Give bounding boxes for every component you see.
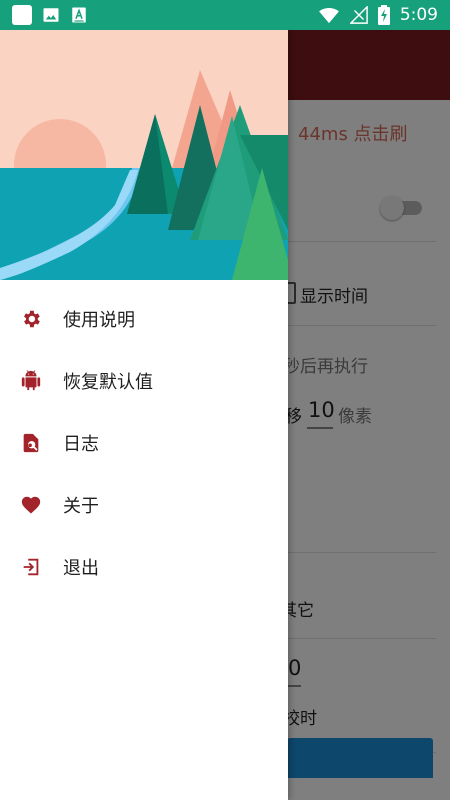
no-signal-icon xyxy=(349,6,368,24)
menu-item-about[interactable]: 关于 xyxy=(0,474,288,536)
menu-item-exit[interactable]: 退出 xyxy=(0,536,288,598)
android-icon xyxy=(20,370,42,392)
heart-icon xyxy=(20,494,42,516)
menu-label: 退出 xyxy=(63,558,99,579)
battery-charging-icon xyxy=(377,5,390,25)
menu-label: 使用说明 xyxy=(63,310,135,331)
menu-label: 关于 xyxy=(63,496,99,517)
menu-item-instructions[interactable]: 使用说明 xyxy=(0,288,288,350)
drawer-menu: 使用说明 恢复默认值 日志 关于 退出 xyxy=(0,280,288,598)
app-screen: 5:09 44ms 点击刷 显示时间 秒后再执行 移 10 像素 其它 0 校时 xyxy=(0,0,450,800)
gear-icon xyxy=(20,308,42,330)
wifi-icon xyxy=(318,8,339,24)
exit-icon xyxy=(20,556,42,578)
notification-icons xyxy=(0,5,88,25)
status-bar: 5:09 xyxy=(0,0,450,30)
log-search-icon xyxy=(20,432,42,454)
drawer-header-illustration xyxy=(0,30,288,280)
navigation-drawer: 使用说明 恢复默认值 日志 关于 退出 xyxy=(0,30,288,800)
menu-item-restore-defaults[interactable]: 恢复默认值 xyxy=(0,350,288,412)
text-a-icon xyxy=(72,7,86,23)
system-icons: 5:09 xyxy=(318,5,450,25)
menu-label: 恢复默认值 xyxy=(63,372,153,393)
app-notification-icon xyxy=(12,5,32,25)
clock-text: 5:09 xyxy=(399,5,438,25)
menu-item-log[interactable]: 日志 xyxy=(0,412,288,474)
image-icon xyxy=(43,8,59,22)
menu-label: 日志 xyxy=(63,434,99,455)
